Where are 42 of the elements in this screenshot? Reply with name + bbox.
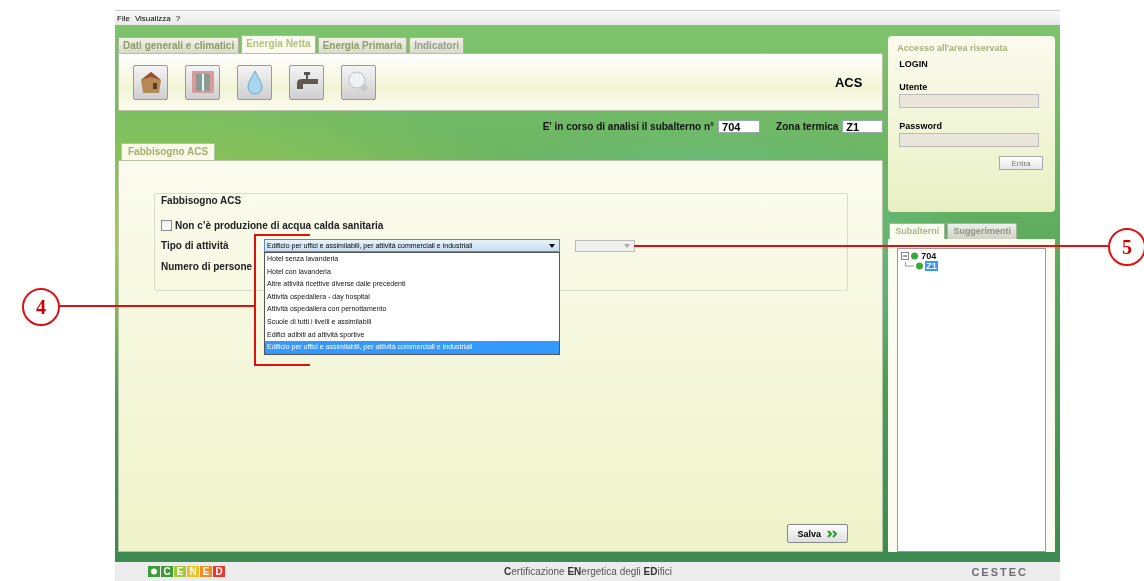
login-title: Accesso all'area riservata (897, 43, 1008, 53)
password-field[interactable] (899, 133, 1040, 147)
menu-item[interactable]: ? (175, 13, 181, 23)
status-dot-icon (915, 262, 925, 270)
section-title: ACS (834, 74, 863, 90)
tool-button[interactable] (289, 64, 324, 100)
checkbox-label: Non c’è produzione di acqua calda sanitaria (175, 220, 384, 231)
login-heading: LOGIN (899, 59, 928, 69)
window-icon (189, 69, 216, 95)
logo-mark-icon (148, 566, 160, 577)
field-label: Utente (899, 82, 928, 92)
username-field[interactable] (899, 94, 1040, 108)
logo-letter: N (187, 566, 199, 577)
callout-number: 5 (1108, 228, 1144, 266)
callout-number: 4 (22, 288, 60, 326)
status-dot-icon (910, 252, 920, 260)
brand-logo: CESTEC (970, 565, 1028, 578)
subalterno-label: E' in corso di analisi il subalterno n° (542, 121, 715, 132)
footer-tagline: Certificazione ENergetica degli EDifici (503, 566, 673, 577)
menu-item[interactable]: Visualizza (134, 13, 171, 23)
login-button[interactable]: Entra (999, 156, 1043, 170)
tree-connector (905, 262, 915, 270)
zona-field: Z1 (842, 120, 884, 133)
subalterno-field: 704 (718, 120, 761, 133)
field-label: Tipo di attività (161, 240, 230, 251)
double-chevron-icon (827, 529, 839, 538)
tree-item[interactable]: 704 (920, 251, 938, 261)
logo-letter: C (161, 566, 173, 577)
logo-letter: D (213, 566, 225, 577)
logo-letter: E (200, 566, 212, 577)
group-title: Fabbisogno ACS (161, 195, 242, 206)
menu-item[interactable]: File (117, 13, 130, 23)
collapse-icon[interactable] (901, 252, 910, 260)
checkbox[interactable] (161, 220, 172, 231)
field-label: Password (899, 121, 942, 131)
logo-letter: E (174, 566, 186, 577)
zona-label: Zona termica (776, 121, 839, 132)
caret-icon (624, 243, 630, 248)
caret-icon (549, 243, 555, 248)
tool-button[interactable] (133, 64, 168, 100)
field-label: Numero di persone (161, 261, 254, 272)
save-button[interactable]: Salva (787, 524, 849, 543)
